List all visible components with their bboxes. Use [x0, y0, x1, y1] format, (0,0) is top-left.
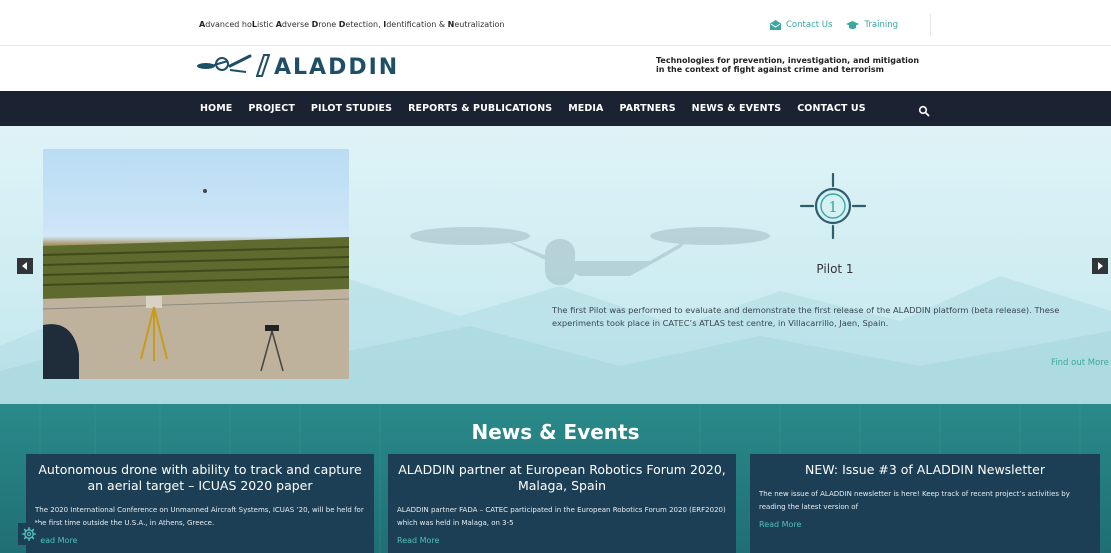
pilot-description: The first Pilot was performed to evaluat… [552, 305, 1060, 328]
top-links: Contact Us Training [770, 14, 931, 36]
tagline-text: etection, [345, 20, 384, 29]
graduation-cap-icon [846, 20, 860, 30]
slider-next-button[interactable] [1092, 258, 1108, 274]
search-icon[interactable] [918, 102, 930, 121]
settings-button[interactable] [18, 523, 40, 545]
pilot-title: Pilot 1 [816, 262, 854, 276]
gear-icon [22, 527, 36, 541]
news-card-title[interactable]: ALADDIN partner at European Robotics For… [388, 454, 736, 494]
logo-wordmark: ALADDIN [274, 54, 400, 80]
news-card-title[interactable]: NEW: Issue #3 of ALADDIN Newsletter [750, 454, 1100, 478]
nav-item-partners[interactable]: PARTNERS [619, 103, 675, 114]
nav-item-project[interactable]: PROJECT [248, 103, 295, 114]
nav-item-contact-us[interactable]: CONTACT US [797, 103, 865, 114]
chevron-left-icon [22, 262, 27, 270]
pilot-photo [43, 149, 349, 379]
project-tagline: Advanced hoListic Adverse Drone Detectio… [199, 20, 505, 29]
slogan-line: Technologies for prevention, investigati… [656, 56, 920, 65]
read-more-link[interactable]: Read More [388, 530, 736, 545]
nav-item-reports-publications[interactable]: REPORTS & PUBLICATIONS [408, 103, 552, 114]
tagline-text: eutralization [454, 20, 505, 29]
training-link[interactable]: Training [846, 20, 898, 30]
logo-mark-icon [255, 53, 271, 81]
read-more-link[interactable]: Read More [26, 530, 374, 545]
news-card-title[interactable]: Autonomous drone with ability to track a… [26, 454, 374, 494]
contact-us-link[interactable]: Contact Us [770, 20, 832, 30]
training-label: Training [864, 20, 898, 30]
drone-logo-icon [196, 52, 252, 82]
news-card: Autonomous drone with ability to track a… [26, 454, 374, 553]
tagline-text: istic [257, 20, 276, 29]
tagline-text: dentification & [386, 20, 448, 29]
find-out-more-link[interactable]: Find out More [1051, 358, 1109, 368]
read-more-link[interactable]: Read More [750, 514, 1100, 529]
nav-item-media[interactable]: MEDIA [568, 103, 603, 114]
pilot-target-icon: 1 [797, 171, 869, 245]
envelope-icon [770, 20, 781, 30]
news-card-text: The 2020 International Conference on Unm… [35, 506, 364, 527]
nav-item-home[interactable]: HOME [200, 103, 232, 114]
slider-prev-button[interactable] [17, 258, 33, 274]
tagline-text: rone [318, 20, 339, 29]
news-section: News & Events Autonomous drone with abil… [0, 404, 1111, 553]
pilot-number: 1 [828, 198, 838, 216]
pilot-test-site-image-icon [43, 189, 349, 379]
news-card: ALADDIN partner at European Robotics For… [388, 454, 736, 553]
news-card-text: The new issue of ALADDIN newsletter is h… [759, 490, 1070, 511]
chevron-right-icon [1098, 262, 1103, 270]
slogan-line: in the context of fight against crime an… [656, 65, 884, 74]
contact-us-label: Contact Us [786, 20, 833, 30]
nav-item-pilot-studies[interactable]: PILOT STUDIES [311, 103, 392, 114]
news-section-title: News & Events [471, 420, 640, 444]
news-card: NEW: Issue #3 of ALADDIN Newsletter The … [750, 454, 1100, 553]
main-nav: HOME PROJECT PILOT STUDIES REPORTS & PUB… [0, 91, 1111, 126]
tagline-text: dvanced ho [205, 20, 252, 29]
slogan: Technologies for prevention, investigati… [656, 56, 956, 74]
site-logo[interactable]: ALADDIN [196, 52, 399, 82]
tagline-text: dverse [281, 20, 312, 29]
top-bar: Advanced hoListic Adverse Drone Detectio… [0, 0, 1111, 46]
nav-item-news-events[interactable]: NEWS & EVENTS [692, 103, 782, 114]
news-card-text: ALADDIN partner FADA – CATEC participate… [397, 506, 726, 527]
hero-slider: 1 Pilot 1 The first Pilot was performed … [0, 126, 1111, 404]
